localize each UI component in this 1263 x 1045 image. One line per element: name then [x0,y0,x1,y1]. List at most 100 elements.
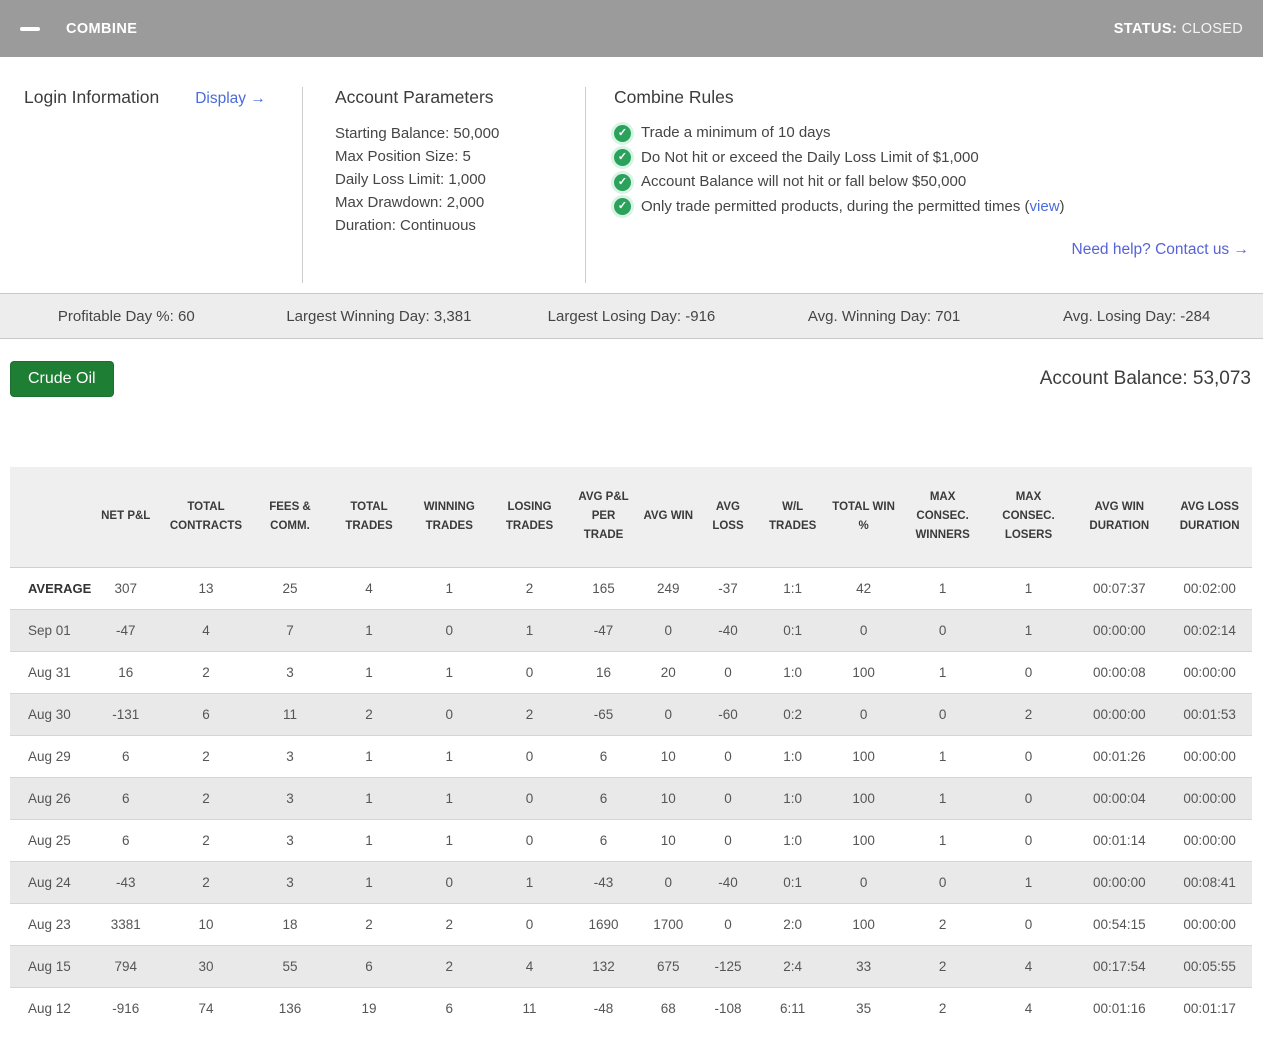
rule-text: Trade a minimum of 10 days [641,121,831,146]
row-date-label: AVERAGE [10,567,90,609]
table-cell: 0 [638,693,698,735]
table-cell: 6 [90,735,162,777]
combine-rules-list: ✓ Trade a minimum of 10 days✓Do Not hit o… [614,121,1253,219]
table-cell: 100 [828,735,900,777]
table-cell: 30 [162,945,250,987]
table-cell: 1 [408,777,490,819]
display-link[interactable]: Display → [195,90,266,108]
account-parameter-line: Starting Balance: 50,000 [335,122,585,145]
account-parameters-panel: Account Parameters Starting Balance: 50,… [303,75,585,283]
table-cell: 6 [569,735,639,777]
table-cell: 00:17:54 [1071,945,1167,987]
table-cell: 1 [900,819,986,861]
table-cell: 00:00:00 [1167,903,1252,945]
table-cell: 1:0 [758,819,828,861]
table-cell: 0 [490,903,568,945]
table-cell: 11 [490,987,568,1029]
combine-rule-item: ✓Do Not hit or exceed the Daily Loss Lim… [614,146,1253,171]
table-cell: 100 [828,903,900,945]
table-cell: 1690 [569,903,639,945]
table-cell: 2 [330,903,408,945]
table-cell: 0 [490,777,568,819]
table-row: Aug 157943055624132675-1252:4332400:17:5… [10,945,1252,987]
table-cell: 2:0 [758,903,828,945]
table-cell: 1:0 [758,735,828,777]
table-cell: -131 [90,693,162,735]
row-date-label: Aug 24 [10,861,90,903]
account-parameter-line: Max Drawdown: 2,000 [335,191,585,214]
table-cell: 1:0 [758,651,828,693]
table-cell: 1 [986,567,1072,609]
table-cell: 00:00:00 [1071,609,1167,651]
column-header [10,467,90,567]
table-cell: 42 [828,567,900,609]
table-cell: 19 [330,987,408,1029]
table-cell: 00:00:00 [1167,819,1252,861]
table-cell: 0 [900,609,986,651]
table-cell: 00:00:04 [1071,777,1167,819]
table-cell: 1 [986,609,1072,651]
table-cell: 0 [490,819,568,861]
combine-rule-item: ✓ Account Balance will not hit or fall be… [614,170,1253,195]
table-cell: -65 [569,693,639,735]
account-parameters-list: Starting Balance: 50,000Max Position Siz… [335,122,585,237]
table-cell: 2 [900,987,986,1029]
column-header: MAX CONSEC. WINNERS [900,467,986,567]
minimize-icon[interactable] [20,27,40,31]
table-cell: 00:01:26 [1071,735,1167,777]
account-parameter-line: Daily Loss Limit: 1,000 [335,168,585,191]
account-parameter-line: Max Position Size: 5 [335,145,585,168]
table-cell: 1 [330,735,408,777]
table-cell: 0 [408,609,490,651]
column-header: AVG WIN DURATION [1071,467,1167,567]
view-link[interactable]: view [1030,198,1060,215]
titlebar: COMBINE STATUS: CLOSED [0,0,1263,57]
table-cell: 0 [698,651,758,693]
stat-item: Profitable Day %: 60 [0,308,253,325]
table-cell: 4 [162,609,250,651]
table-row: Aug 23338110182201690170002:01002000:54:… [10,903,1252,945]
table-cell: 1 [330,651,408,693]
account-balance: Account Balance: 53,073 [1040,368,1251,390]
table-cell: 00:05:55 [1167,945,1252,987]
column-header: WINNING TRADES [408,467,490,567]
table-cell: 0:1 [758,609,828,651]
table-cell: 0 [900,861,986,903]
login-information-heading: Login Information [24,87,159,108]
contact-us-link[interactable]: Need help? Contact us → [1072,241,1250,258]
table-cell: 3 [250,651,330,693]
row-date-label: Aug 26 [10,777,90,819]
crude-oil-button[interactable]: Crude Oil [10,361,114,397]
table-cell: 165 [569,567,639,609]
table-cell: 1 [408,567,490,609]
table-cell: 0 [828,693,900,735]
table-cell: 1 [900,651,986,693]
table-cell: 6 [162,693,250,735]
status-value: CLOSED [1182,21,1243,37]
table-cell: -916 [90,987,162,1029]
table-cell: 4 [330,567,408,609]
table-header: NET P&LTOTAL CONTRACTSFEES & COMM.TOTAL … [10,467,1252,567]
table-cell: 00:01:16 [1071,987,1167,1029]
table-cell: 249 [638,567,698,609]
column-header: AVG WIN [638,467,698,567]
table-cell: 2 [408,945,490,987]
table-cell: 307 [90,567,162,609]
check-icon: ✓ [614,174,631,191]
table-cell: 2:4 [758,945,828,987]
column-header: TOTAL CONTRACTS [162,467,250,567]
table-cell: 2 [330,693,408,735]
table-row: Aug 12-9167413619611-4868-1086:11352400:… [10,987,1252,1029]
column-header: TOTAL TRADES [330,467,408,567]
stats-bar: Profitable Day %: 60Largest Winning Day:… [0,293,1263,339]
row-date-label: Aug 15 [10,945,90,987]
table-cell: 1 [330,861,408,903]
rule-text: Account Balance will not hit or fall bel… [641,170,966,195]
table-cell: 00:00:00 [1167,735,1252,777]
window-title: COMBINE [66,21,137,37]
table-cell: 0 [986,903,1072,945]
table-cell: -43 [569,861,639,903]
table-cell: 00:01:14 [1071,819,1167,861]
check-icon: ✓ [614,125,631,142]
table-cell: 00:54:15 [1071,903,1167,945]
